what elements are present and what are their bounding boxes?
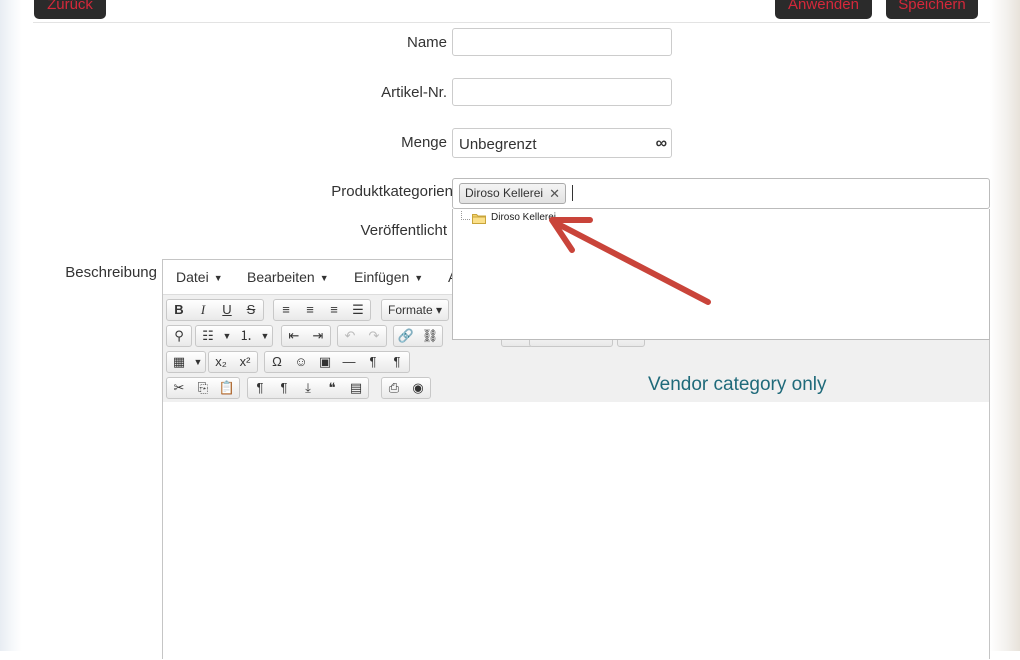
script-group: x₂ x² bbox=[208, 351, 258, 373]
preview-icon[interactable]: ◉ bbox=[406, 378, 430, 398]
align-center-icon[interactable]: ≡ bbox=[298, 300, 322, 320]
align-justify-icon[interactable]: ☰ bbox=[346, 300, 370, 320]
bold-button[interactable]: B bbox=[167, 300, 191, 320]
find-group: ⚲ bbox=[166, 325, 192, 347]
italic-button[interactable]: I bbox=[191, 300, 215, 320]
unlink-icon[interactable]: ⛓ bbox=[418, 326, 442, 346]
insert-icon[interactable]: ⤓ bbox=[296, 378, 320, 398]
table-icon[interactable]: ▦ bbox=[167, 352, 191, 372]
numbered-list-icon[interactable]: ⒈ bbox=[234, 326, 258, 346]
ltr-icon[interactable]: ¶ bbox=[361, 352, 385, 372]
name-label: Name bbox=[406, 34, 447, 51]
annotation-arrow-icon bbox=[549, 217, 711, 305]
list-group: ☷ ▼ ⒈ ▼ bbox=[195, 325, 273, 347]
special-char-icon[interactable]: Ω bbox=[265, 352, 289, 372]
name-input[interactable] bbox=[452, 28, 672, 56]
top-toolbar: Zurück Anwenden Speichern bbox=[33, 0, 990, 23]
indent-group: ⇤ ⇥ bbox=[281, 325, 331, 347]
remove-chip-icon[interactable]: ✕ bbox=[549, 184, 560, 203]
format-dropdown[interactable]: Formate ▾ bbox=[381, 299, 450, 321]
folder-icon bbox=[472, 214, 486, 224]
published-label: Veröffentlicht bbox=[360, 222, 447, 239]
format-label: Formate bbox=[388, 303, 433, 317]
outdent-icon[interactable]: ⇤ bbox=[282, 326, 306, 346]
sku-input[interactable] bbox=[452, 78, 672, 106]
tree-connector bbox=[461, 211, 470, 220]
indent-icon[interactable]: ⇥ bbox=[306, 326, 330, 346]
bullet-list-dropdown-icon[interactable]: ▼ bbox=[220, 326, 234, 346]
template-icon[interactable]: ▤ bbox=[344, 378, 368, 398]
quantity-input[interactable]: Unbegrenzt ∞ bbox=[452, 128, 672, 158]
paste-icon[interactable]: 📋 bbox=[215, 378, 239, 398]
insert-group: Ω ☺ ▣ — ¶ ¶ bbox=[264, 351, 410, 373]
save-button-label: Speichern bbox=[898, 0, 966, 13]
back-button[interactable]: Zurück bbox=[34, 0, 106, 19]
numbered-list-dropdown-icon[interactable]: ▼ bbox=[258, 326, 272, 346]
underline-button[interactable]: U bbox=[215, 300, 239, 320]
category-chip-label: Diroso Kellerei bbox=[465, 186, 544, 200]
show-blocks-icon[interactable]: ¶ bbox=[272, 378, 296, 398]
history-group: ↶ ↷ bbox=[337, 325, 387, 347]
media-icon[interactable]: ▣ bbox=[313, 352, 337, 372]
print-group: ⎙ ◉ bbox=[381, 377, 431, 399]
menu-insert[interactable]: Einfügen ▼ bbox=[354, 269, 423, 285]
cut-icon[interactable]: ✂ bbox=[167, 378, 191, 398]
block-group: ¶ ¶ ⤓ ❝ ▤ bbox=[247, 377, 369, 399]
table-group: ▦ ▼ bbox=[166, 351, 206, 373]
menu-edit[interactable]: Bearbeiten ▼ bbox=[247, 269, 329, 285]
infinity-icon[interactable]: ∞ bbox=[656, 135, 667, 153]
align-group: ≡ ≡ ≡ ☰ bbox=[273, 299, 371, 321]
apply-button-label: Anwenden bbox=[788, 0, 859, 13]
back-button-label: Zurück bbox=[47, 0, 93, 13]
sku-label: Artikel-Nr. bbox=[381, 84, 447, 101]
vendor-category-note: Vendor category only bbox=[648, 374, 827, 395]
clipboard-group: ✂ ⎘ 📋 bbox=[166, 377, 240, 399]
text-style-group: B I U S bbox=[166, 299, 264, 321]
align-left-icon[interactable]: ≡ bbox=[274, 300, 298, 320]
paragraph-icon[interactable]: ¶ bbox=[248, 378, 272, 398]
quantity-value: Unbegrenzt bbox=[459, 136, 537, 153]
align-right-icon[interactable]: ≡ bbox=[322, 300, 346, 320]
emoticon-icon[interactable]: ☺ bbox=[289, 352, 313, 372]
text-caret bbox=[572, 185, 573, 201]
category-chip[interactable]: Diroso Kellerei ✕ bbox=[459, 183, 567, 204]
subscript-icon[interactable]: x₂ bbox=[209, 352, 233, 372]
table-dropdown-icon[interactable]: ▼ bbox=[191, 352, 205, 372]
rtl-icon[interactable]: ¶ bbox=[385, 352, 409, 372]
editor-content-area[interactable] bbox=[163, 402, 989, 660]
category-dropdown: Diroso Kellerei bbox=[452, 209, 990, 340]
apply-button[interactable]: Anwenden bbox=[775, 0, 872, 19]
undo-icon[interactable]: ↶ bbox=[338, 326, 362, 346]
strikethrough-button[interactable]: S bbox=[239, 300, 263, 320]
categories-label: Produktkategorien bbox=[331, 183, 453, 200]
page-edge-right bbox=[990, 0, 1020, 651]
categories-input[interactable]: Diroso Kellerei ✕ bbox=[452, 178, 990, 209]
redo-icon[interactable]: ↷ bbox=[362, 326, 386, 346]
superscript-icon[interactable]: x² bbox=[233, 352, 257, 372]
bullet-list-icon[interactable]: ☷ bbox=[196, 326, 220, 346]
page-edge-left bbox=[0, 0, 22, 651]
print-icon[interactable]: ⎙ bbox=[382, 378, 406, 398]
horizontal-rule-icon[interactable]: — bbox=[337, 352, 361, 372]
description-label: Beschreibung bbox=[65, 264, 157, 281]
save-button[interactable]: Speichern bbox=[886, 0, 978, 19]
link-group: 🔗 ⛓ bbox=[393, 325, 443, 347]
blockquote-icon[interactable]: ❝ bbox=[320, 378, 344, 398]
menu-file[interactable]: Datei ▼ bbox=[176, 269, 223, 285]
link-icon[interactable]: 🔗 bbox=[394, 326, 418, 346]
quantity-label: Menge bbox=[401, 134, 447, 151]
binoculars-icon[interactable]: ⚲ bbox=[167, 326, 191, 346]
copy-icon[interactable]: ⎘ bbox=[191, 378, 215, 398]
